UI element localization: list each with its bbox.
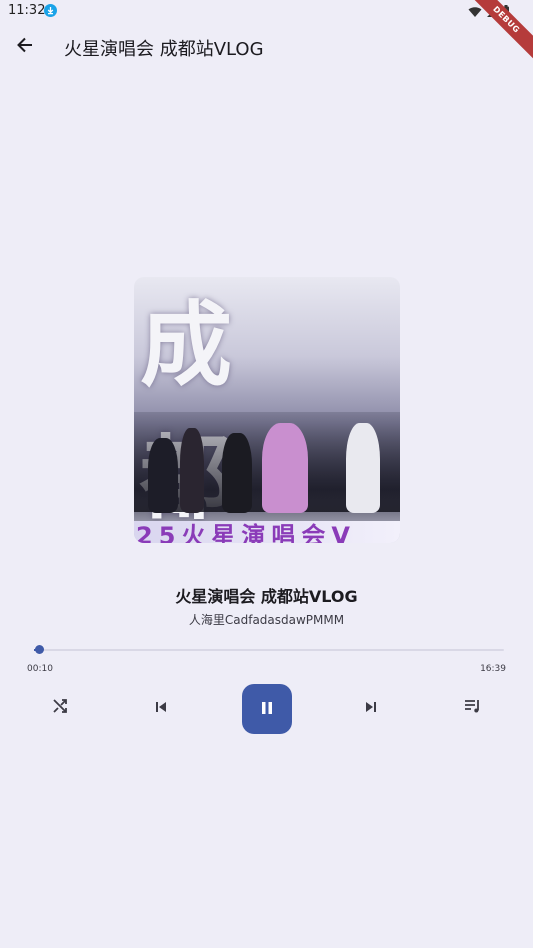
cover-banner-text: 25火星演唱会V bbox=[136, 522, 356, 543]
cover-performer bbox=[346, 423, 380, 513]
elapsed-time: 00:10 bbox=[27, 664, 53, 674]
progress-thumb[interactable] bbox=[34, 645, 44, 654]
skip-previous-icon bbox=[154, 699, 168, 718]
cover-performer bbox=[222, 433, 252, 513]
playlist-button[interactable] bbox=[457, 692, 489, 724]
shuffle-button[interactable] bbox=[44, 692, 76, 724]
arrow-back-icon bbox=[16, 36, 34, 58]
status-time: 11:32 bbox=[8, 3, 46, 18]
cover-performer bbox=[262, 423, 308, 513]
download-icon bbox=[44, 4, 57, 17]
total-time: 16:39 bbox=[480, 664, 506, 674]
previous-button[interactable] bbox=[145, 692, 177, 724]
cover-performer bbox=[180, 428, 204, 513]
pause-button[interactable] bbox=[242, 684, 292, 734]
cover-performer bbox=[148, 438, 178, 513]
pause-icon bbox=[260, 700, 274, 719]
back-button[interactable] bbox=[10, 32, 40, 62]
progress-slider[interactable] bbox=[34, 645, 504, 654]
album-cover: 成 都 25火星演唱会V bbox=[134, 277, 400, 543]
page-title: 火星演唱会 成都站VLOG bbox=[64, 39, 264, 60]
skip-next-icon bbox=[364, 699, 378, 718]
playlist-icon bbox=[464, 698, 482, 718]
status-bar: 11:32 DEBUG bbox=[0, 0, 533, 65]
shuffle-icon bbox=[52, 698, 68, 718]
next-button[interactable] bbox=[355, 692, 387, 724]
song-artist: 人海里CadfadasdawPMMM bbox=[188, 613, 345, 627]
song-title: 火星演唱会 成都站VLOG bbox=[175, 587, 358, 606]
